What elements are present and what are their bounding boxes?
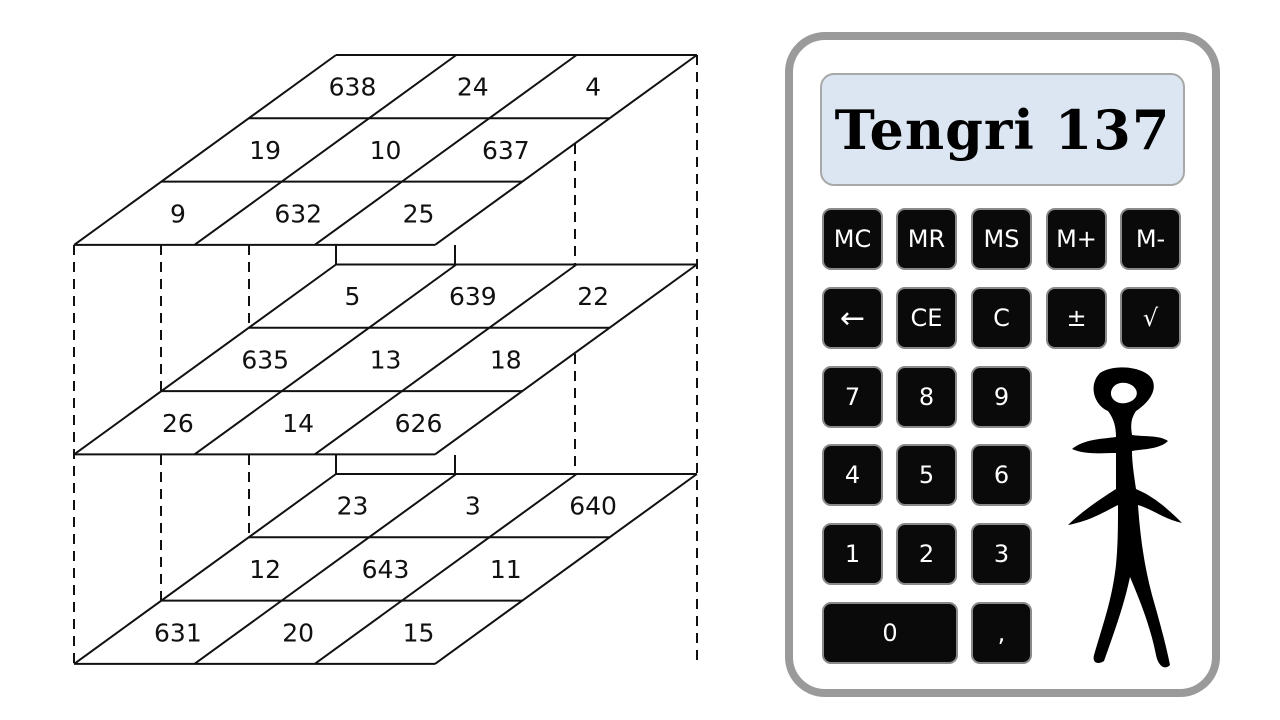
key-6[interactable]: 6 <box>971 444 1032 506</box>
cube-cell-value: 640 <box>569 492 617 521</box>
key-m-plus[interactable]: M+ <box>1046 208 1107 270</box>
key-4[interactable]: 4 <box>822 444 883 506</box>
cube-cell-value: 18 <box>490 345 522 374</box>
key-sqrt[interactable]: √ <box>1120 287 1181 349</box>
key-mr[interactable]: MR <box>896 208 957 270</box>
key-0[interactable]: 0 <box>822 602 958 664</box>
key-plus-minus[interactable]: ± <box>1046 287 1107 349</box>
cube-cell-value: 639 <box>449 282 497 311</box>
cube-cell-value: 14 <box>282 409 314 438</box>
key-backspace[interactable]: ← <box>822 287 883 349</box>
cube-cell-value: 20 <box>282 618 314 647</box>
cube-cell-value: 13 <box>370 345 402 374</box>
key-5[interactable]: 5 <box>896 444 957 506</box>
cube-cell-value: 5 <box>345 282 361 311</box>
key-7[interactable]: 7 <box>822 366 883 428</box>
cube-cell-value: 9 <box>170 199 186 228</box>
key-ms[interactable]: MS <box>971 208 1032 270</box>
key-1[interactable]: 1 <box>822 523 883 585</box>
cube-cell-value: 626 <box>395 409 443 438</box>
cube-cell-value: 15 <box>403 618 435 647</box>
key-8[interactable]: 8 <box>896 366 957 428</box>
cube-cell-value: 22 <box>577 282 609 311</box>
key-comma[interactable]: , <box>971 602 1032 664</box>
calculator-display: Tengri 137 <box>820 73 1185 186</box>
cube-cell-value: 643 <box>362 555 410 584</box>
key-ce[interactable]: CE <box>896 287 957 349</box>
key-m-minus[interactable]: M- <box>1120 208 1181 270</box>
key-3[interactable]: 3 <box>971 523 1032 585</box>
key-2[interactable]: 2 <box>896 523 957 585</box>
key-mc[interactable]: MC <box>822 208 883 270</box>
cube-cell-value: 638 <box>329 73 377 102</box>
tengri-rune-figure-icon <box>1068 367 1182 668</box>
cube-cell-value: 635 <box>241 345 289 374</box>
cube-cell-value: 23 <box>337 492 369 521</box>
key-c[interactable]: C <box>971 287 1032 349</box>
cube-cell-value: 12 <box>249 555 281 584</box>
cube-cell-value: 10 <box>370 136 402 165</box>
cube-cell-value: 11 <box>490 555 522 584</box>
cube-cell-value: 24 <box>457 73 489 102</box>
cube-cell-value: 26 <box>162 409 194 438</box>
magic-cube-diagram: 638 24 4 19 10 637 9 632 25 5 639 22 635 13 18 26 14 626 2… <box>73 54 698 665</box>
key-9[interactable]: 9 <box>971 366 1032 428</box>
display-text: Tengri 137 <box>834 97 1171 162</box>
cube-cell-value: 3 <box>465 492 481 521</box>
cube-cell-value: 25 <box>403 199 435 228</box>
cube-cell-value: 19 <box>249 136 281 165</box>
cube-cell-value: 631 <box>154 618 202 647</box>
cube-cell-value: 637 <box>482 136 530 165</box>
cube-cell-value: 632 <box>274 199 322 228</box>
cube-cell-value: 4 <box>585 73 601 102</box>
